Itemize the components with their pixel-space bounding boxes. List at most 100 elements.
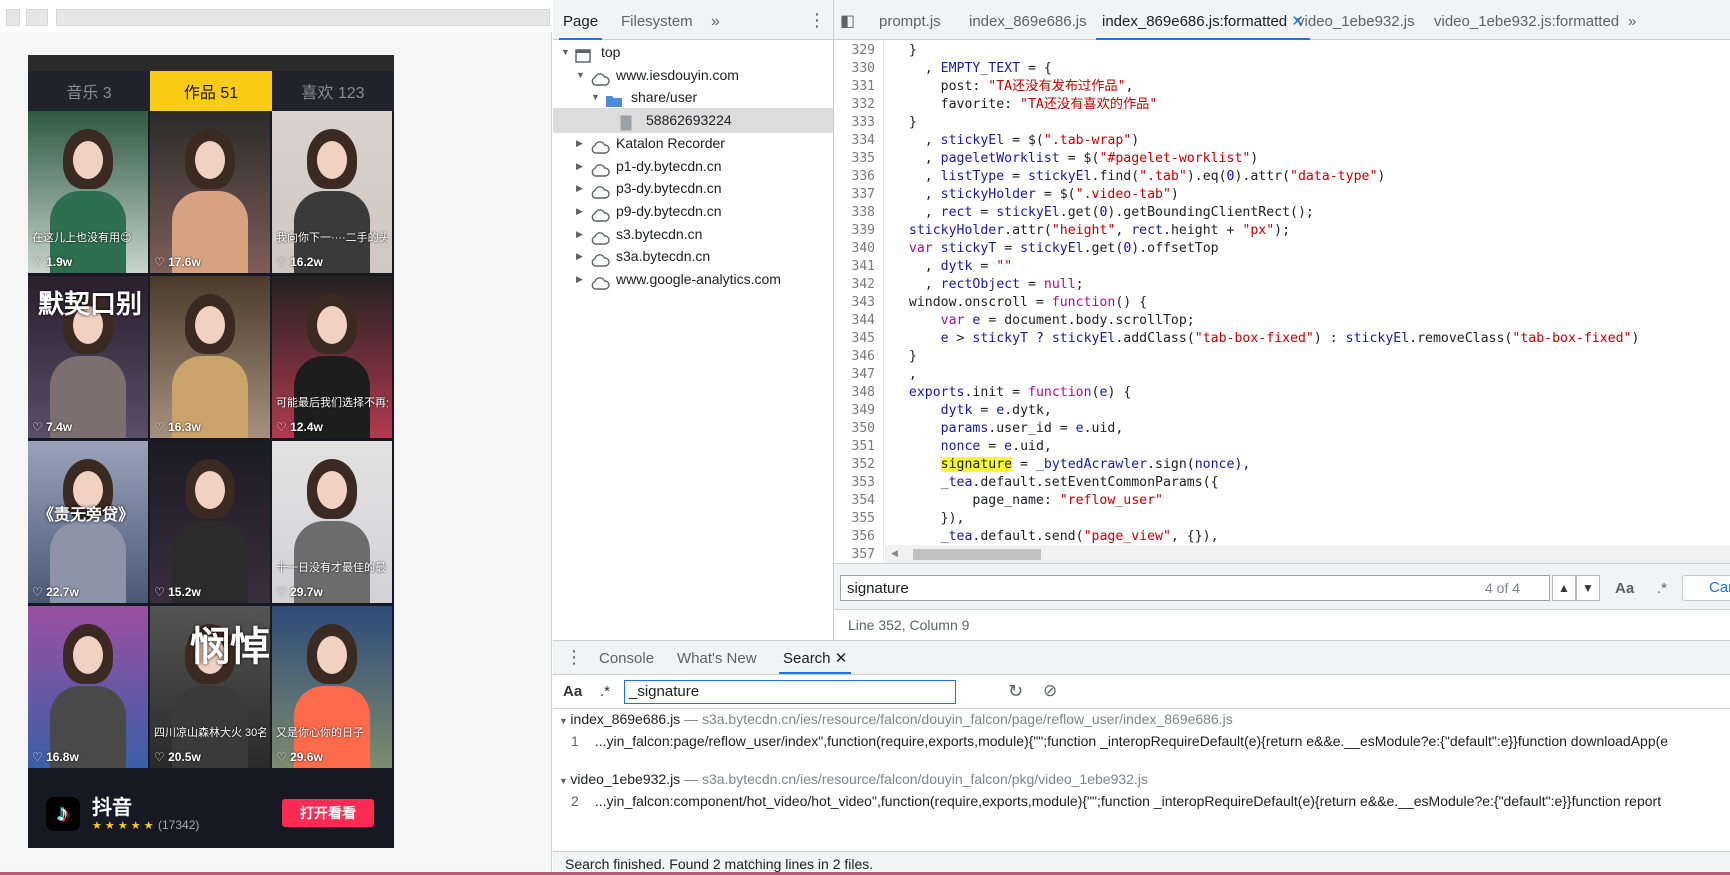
thumbnail-caption: 可能最后我们选择不再分开 (276, 397, 388, 409)
menu-dots-icon[interactable]: ⋮ (808, 0, 826, 40)
code-token: , (893, 367, 917, 382)
expanded-arrow-icon[interactable]: ▼ (559, 716, 570, 726)
editor-tab-prompt[interactable]: prompt.js (879, 0, 941, 40)
tab-works[interactable]: 作品 51 (150, 71, 272, 111)
close-icon[interactable]: ✕ (835, 650, 848, 667)
editor-tab-index[interactable]: index_869e686.js (969, 0, 1087, 40)
tree-item[interactable]: ▶ s3.bytecdn.cn (553, 222, 833, 247)
refresh-icon[interactable]: ↻ (1008, 681, 1023, 702)
result-match-line[interactable]: 2 ...yin_falcon:component/hot_video/hot_… (571, 793, 1661, 809)
scroll-left-icon[interactable]: ◀ (891, 548, 898, 559)
video-thumbnail[interactable]: ♡ 17.6w (150, 111, 270, 273)
tree-item[interactable]: ▶ p9-dy.bytecdn.cn (553, 199, 833, 224)
expanded-arrow-icon[interactable]: ▼ (561, 40, 570, 65)
tab-console[interactable]: Console (599, 641, 654, 674)
toggle-navigator-icon[interactable]: ◧ (840, 0, 855, 40)
tab-music[interactable]: 音乐 3 (28, 71, 150, 111)
editor-tab-index-formatted[interactable]: index_869e686.js:formatted ✕ (1096, 0, 1310, 40)
collapsed-arrow-icon[interactable]: ▶ (576, 131, 583, 156)
tree-item[interactable]: ▶ s3a.bytecdn.cn (553, 244, 833, 269)
code-token: .uid, (1012, 439, 1052, 454)
code-token: listType (940, 169, 1005, 184)
code-token: window.onscroll = (893, 295, 1052, 310)
search-input[interactable]: _signature (624, 680, 956, 704)
video-thumbnail[interactable]: ♡ 16.8w (28, 606, 148, 768)
find-input[interactable]: signature (840, 575, 1550, 601)
expanded-arrow-icon[interactable]: ▼ (591, 85, 600, 110)
expanded-arrow-icon[interactable]: ▼ (576, 63, 585, 88)
result-match-text: ...yin_falcon:page/reflow_user/index",fu… (591, 733, 1669, 749)
result-file-header[interactable]: ▼ index_869e686.js — s3a.bytecdn.cn/ies/… (559, 711, 1233, 727)
tree-item[interactable]: ▶ www.google-analytics.com (553, 267, 833, 292)
video-thumbnail[interactable]: ♡ 15.2w (150, 441, 270, 603)
collapsed-arrow-icon[interactable]: ▶ (576, 244, 583, 269)
tree-item-label: s3.bytecdn.cn (616, 225, 703, 242)
regex-button[interactable]: .* (1657, 580, 1667, 597)
horizontal-scrollbar[interactable]: ◀ (885, 545, 1730, 563)
collapsed-arrow-icon[interactable]: ▶ (576, 267, 583, 292)
tab-likes[interactable]: 喜欢 123 (272, 71, 394, 111)
clear-icon[interactable]: ⊘ (1043, 681, 1057, 701)
result-file-path: — s3a.bytecdn.cn/ies/resource/falcon/dou… (680, 711, 1233, 727)
code-token: EMPTY_TEXT (940, 61, 1021, 76)
tab-search[interactable]: Search ✕ (779, 641, 852, 674)
expanded-arrow-icon[interactable]: ▼ (559, 776, 570, 786)
result-file-header[interactable]: ▼ video_1ebe932.js — s3a.bytecdn.cn/ies/… (559, 771, 1148, 787)
code-token: = (980, 439, 1005, 454)
code-token: }), (893, 511, 965, 526)
more-tabs-icon[interactable]: » (711, 0, 720, 40)
tree-item[interactable]: ▶ p3-dy.bytecdn.cn (553, 176, 833, 201)
tab-whats-new[interactable]: What's New (677, 641, 757, 674)
editor-tab-video[interactable]: video_1ebe932.js (1297, 0, 1415, 40)
video-thumbnail[interactable]: 《责无旁贷》 ♡ 22.7w (28, 441, 148, 603)
video-thumbnail[interactable]: 在这儿上也没有用😊 ♡ 1.9w (28, 111, 148, 273)
collapsed-arrow-icon[interactable]: ▶ (576, 222, 583, 247)
rating-count: (17342) (158, 818, 200, 832)
code-token: ).getBoundingClientRect(); (1107, 205, 1314, 220)
find-prev-icon[interactable]: ▲ (1552, 575, 1576, 601)
video-thumbnail[interactable]: 悯悼四川凉山森林大火 30名扑火英雄牺牲 ♡ 20.5w (150, 606, 270, 768)
tree-item[interactable]: ▼ share/user (553, 85, 833, 110)
code-token: ) (1377, 169, 1386, 184)
code-token: rect (1131, 223, 1163, 238)
find-next-icon[interactable]: ▼ (1576, 575, 1600, 601)
result-match-line[interactable]: 1 ...yin_falcon:page/reflow_user/index",… (571, 733, 1668, 749)
cancel-button[interactable]: Cancel (1682, 575, 1730, 601)
code-token: , (893, 151, 941, 166)
collapsed-arrow-icon[interactable]: ▶ (576, 154, 583, 179)
drawer-menu-icon[interactable]: ⋮ (565, 641, 583, 674)
video-thumbnail[interactable]: 可能最后我们选择不再分开 ♡ 12.4w (272, 276, 392, 438)
tab-page[interactable]: Page (559, 0, 603, 40)
line-number: 333 (851, 115, 875, 130)
tree-item[interactable]: ▶ Katalon Recorder (553, 131, 833, 156)
tree-item[interactable]: ▼ www.iesdouyin.com (553, 63, 833, 88)
like-count: ♡ 12.4w (276, 420, 323, 434)
code-line: var e = document.body.scrollTop; (893, 312, 1195, 330)
code-line: , rectObject = null; (893, 276, 1084, 294)
tree-item[interactable]: ▼ top (553, 40, 833, 65)
video-thumbnail[interactable]: ♡ 16.3w (150, 276, 270, 438)
collapsed-arrow-icon[interactable]: ▶ (576, 199, 583, 224)
match-case-button[interactable]: Aa (1615, 580, 1634, 597)
code-editor[interactable]: } , EMPTY_TEXT = { post: "TA还没有发布过作品", f… (885, 40, 1730, 545)
thumbnail-title-art: 悯悼 (190, 623, 270, 670)
code-token: .sign( (1147, 457, 1195, 472)
code-token: ".video-tab" (1075, 187, 1171, 202)
tree-item[interactable]: 58862693224 (553, 108, 833, 134)
scrollbar-thumb[interactable] (913, 549, 1041, 560)
like-count: ♡ 22.7w (32, 585, 79, 599)
search-case-button[interactable]: Aa (563, 683, 582, 700)
more-editor-tabs-icon[interactable]: » (1628, 0, 1636, 40)
video-thumbnail[interactable]: 又是你心你的日子 ♡ 29.6w (272, 606, 392, 768)
result-file-name: index_869e686.js (570, 711, 681, 727)
open-app-button[interactable]: 打开看看 (282, 799, 374, 827)
tab-search-label: Search (783, 650, 831, 667)
video-thumbnail[interactable]: 默契口别 ♡ 7.4w (28, 276, 148, 438)
editor-tab-video-formatted[interactable]: video_1ebe932.js:formatted (1434, 0, 1619, 40)
tree-item[interactable]: ▶ p1-dy.bytecdn.cn (553, 154, 833, 179)
video-thumbnail[interactable]: 十一日没有才最佳的最 ♡ 29.7w (272, 441, 392, 603)
video-thumbnail[interactable]: 我向你下一····二手的头 ♡ 16.2w (272, 111, 392, 273)
collapsed-arrow-icon[interactable]: ▶ (576, 176, 583, 201)
tab-filesystem[interactable]: Filesystem (621, 0, 693, 40)
search-regex-button[interactable]: .* (600, 683, 610, 700)
